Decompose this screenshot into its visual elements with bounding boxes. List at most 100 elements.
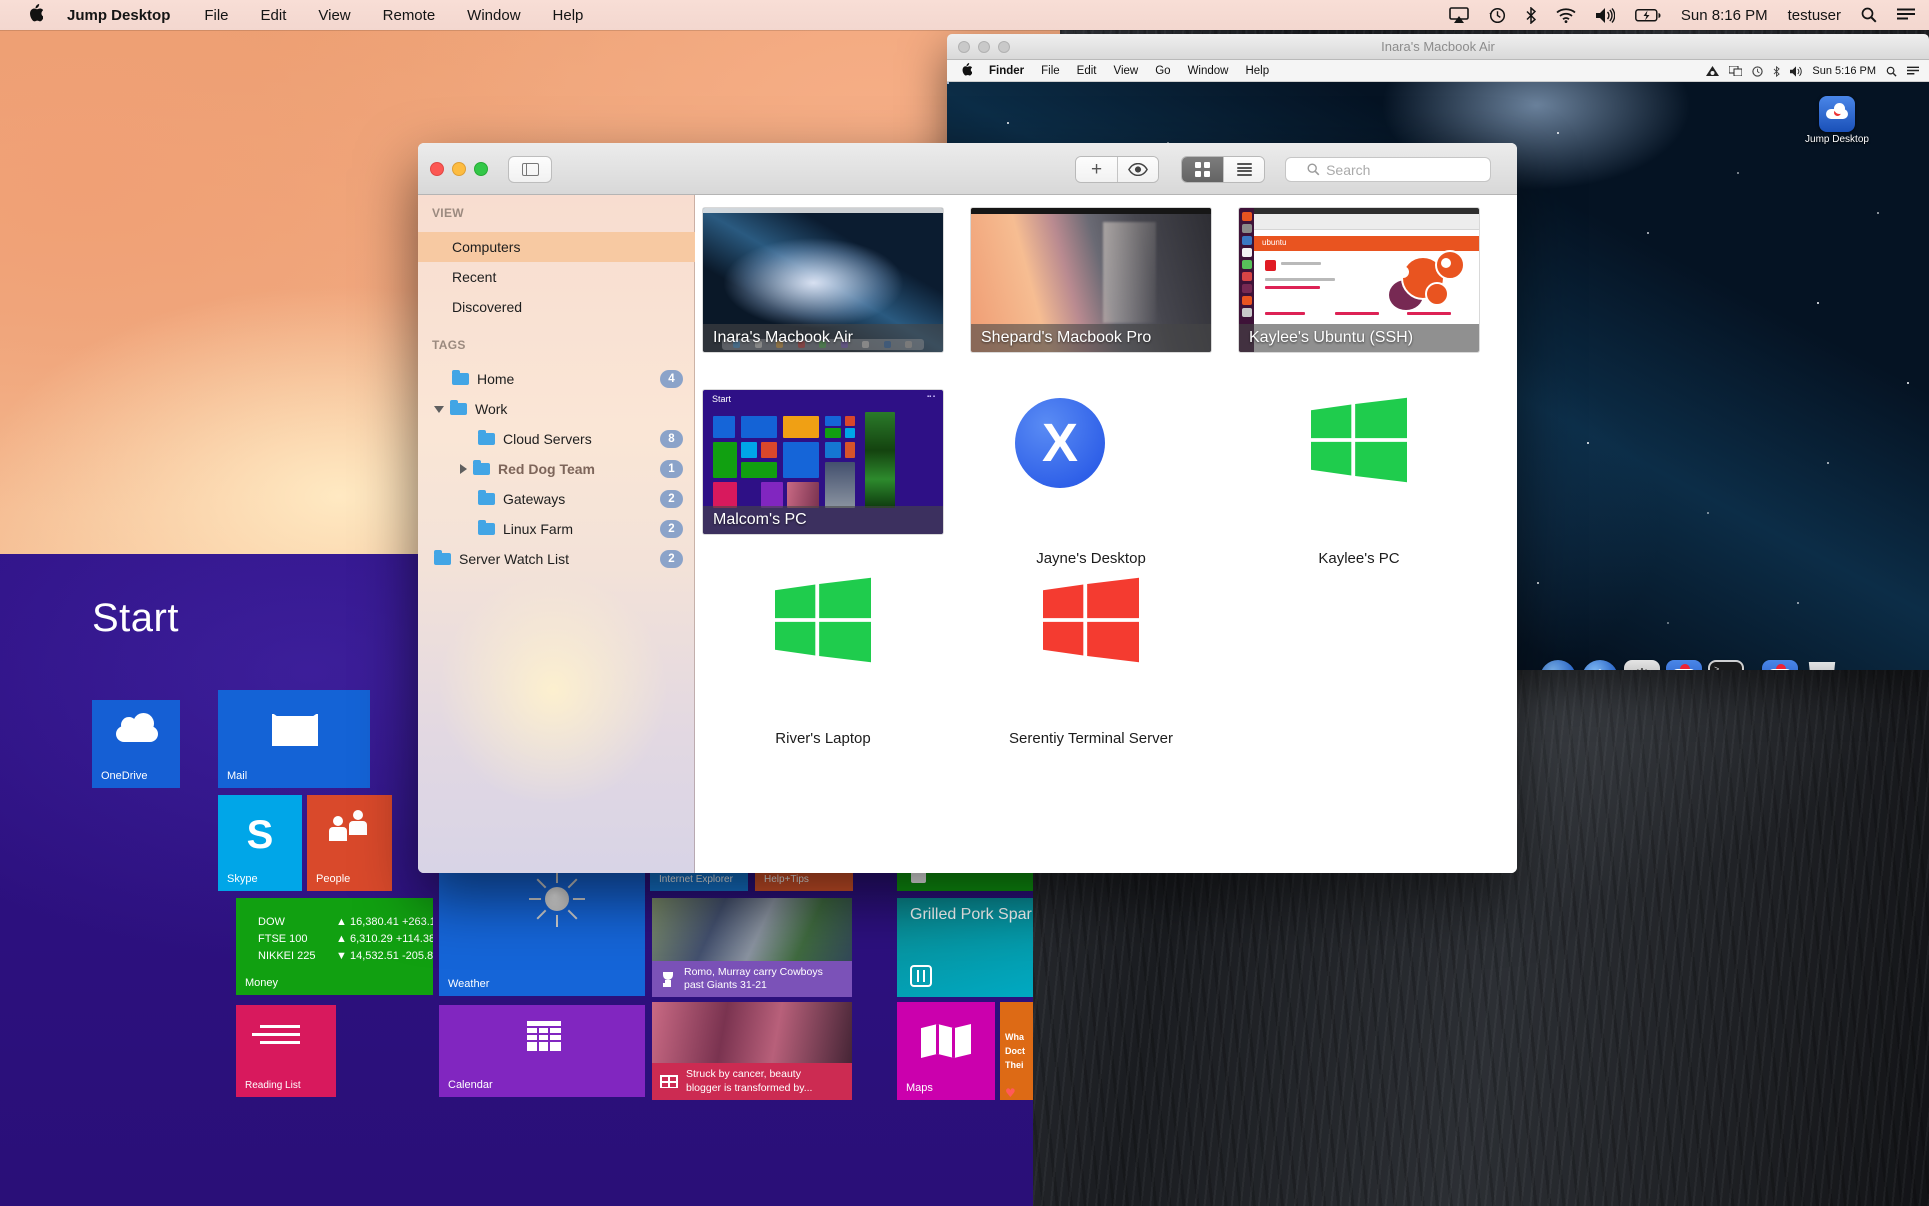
tile-sports-news[interactable]: Romo, Murray carry Cowboyspast Giants 31… <box>652 898 852 997</box>
tile-mail[interactable]: Mail <box>218 690 370 788</box>
starfield <box>947 82 949 84</box>
tag-count-badge: 8 <box>660 430 683 448</box>
preview-button[interactable] <box>1117 157 1158 182</box>
computer-icon-windows-green[interactable] <box>1311 397 1407 483</box>
menu-bar-clock[interactable]: Sun 8:16 PM <box>1681 7 1768 24</box>
remote-menu-bar: Finder File Edit View Go Window Help Sun… <box>947 60 1929 82</box>
dock-trash-icon[interactable] <box>1807 662 1837 670</box>
remote-menu-view[interactable]: View <box>1114 65 1139 77</box>
remote-jump-desktop-icon[interactable] <box>1819 96 1855 132</box>
search-input[interactable] <box>1326 162 1469 178</box>
tile-beauty-news[interactable]: Struck by cancer, beautyblogger is trans… <box>652 1002 852 1100</box>
add-computer-button[interactable]: + <box>1076 157 1117 182</box>
tile-onedrive[interactable]: OneDrive <box>92 700 180 788</box>
apple-menu[interactable] <box>28 4 43 26</box>
dock-itunes-icon[interactable]: ♪ <box>1540 660 1576 670</box>
sidebar-toggle-button[interactable] <box>508 156 552 183</box>
dock-terminal-icon[interactable]: >_ <box>1708 660 1744 670</box>
airplay-icon[interactable] <box>1449 7 1469 23</box>
menu-remote[interactable]: Remote <box>383 7 436 24</box>
battery-charging-icon[interactable] <box>1635 9 1661 22</box>
sidebar-tag-gateways[interactable]: Gateways 2 <box>418 484 695 514</box>
remote-notification-icon[interactable] <box>1907 66 1919 76</box>
remote-menu-file[interactable]: File <box>1041 65 1060 77</box>
remote-displays-icon[interactable] <box>1729 66 1742 76</box>
spotlight-search-icon[interactable] <box>1861 7 1877 23</box>
tile-people[interactable]: People <box>307 795 392 891</box>
computer-card-kaylees-ubuntu[interactable]: ubuntu Kaylee's Ubuntu (SSH) <box>1239 208 1479 352</box>
app-menu-jump-desktop[interactable]: Jump Desktop <box>67 7 170 24</box>
sidebar-tag-cloud-servers[interactable]: Cloud Servers 8 <box>418 424 695 454</box>
remote-bluetooth-icon[interactable] <box>1773 66 1780 77</box>
remote-menu-finder[interactable]: Finder <box>989 65 1024 77</box>
menu-edit[interactable]: Edit <box>261 7 287 24</box>
grid-view-button[interactable] <box>1182 157 1223 182</box>
computer-card-serentiy-terminal-server[interactable]: Serentiy Terminal Server <box>971 730 1211 747</box>
computer-icon-windows-red[interactable] <box>1043 577 1139 663</box>
dock-system-preferences-icon[interactable]: ⚙ <box>1624 660 1660 670</box>
volume-icon[interactable] <box>1596 8 1615 23</box>
list-view-button[interactable] <box>1223 157 1264 182</box>
remote-clock-icon[interactable] <box>1752 66 1763 77</box>
sidebar-tag-linux-farm[interactable]: Linux Farm 2 <box>418 514 695 544</box>
remote-title-bar[interactable]: Inara's Macbook Air <box>947 34 1929 60</box>
dock-jump-desktop-beta-icon[interactable]: BETA <box>1666 660 1702 670</box>
remote-search-icon[interactable] <box>1886 66 1897 77</box>
remote-menu-edit[interactable]: Edit <box>1077 65 1097 77</box>
computer-icon-x11[interactable]: X <box>1015 398 1105 488</box>
menu-bar-user[interactable]: testuser <box>1788 7 1841 24</box>
computer-card-rivers-laptop[interactable]: River's Laptop <box>703 730 943 747</box>
disclosure-down-icon[interactable] <box>434 406 444 413</box>
menu-file[interactable]: File <box>204 7 228 24</box>
tag-count-badge: 4 <box>660 370 683 388</box>
remote-volume-icon[interactable] <box>1790 66 1802 77</box>
menu-window[interactable]: Window <box>467 7 520 24</box>
jump-desktop-window[interactable]: + VIEW Computers Recent <box>418 143 1517 873</box>
remote-menu-go[interactable]: Go <box>1155 65 1170 77</box>
bluetooth-icon[interactable] <box>1526 7 1536 24</box>
tile-weather[interactable]: Weather <box>439 861 645 996</box>
sidebar-tag-server-watch-list[interactable]: Server Watch List 2 <box>418 544 695 574</box>
wifi-icon[interactable] <box>1556 8 1576 23</box>
restaurant-icon <box>910 965 932 987</box>
onedrive-cloud-icon <box>116 726 158 742</box>
sidebar-tag-red-dog-team[interactable]: Red Dog Team 1 <box>418 454 695 484</box>
remote-menu-help[interactable]: Help <box>1245 65 1269 77</box>
minimize-button[interactable] <box>452 162 466 176</box>
computer-card-inaras-macbook-air[interactable]: Inara's Macbook Air <box>703 208 943 352</box>
zoom-button[interactable] <box>474 162 488 176</box>
computer-name-overlay: Shepard's Macbook Pro <box>971 324 1211 352</box>
tile-maps[interactable]: Maps <box>897 1002 995 1100</box>
sidebar-tag-home[interactable]: Home 4 <box>418 364 695 394</box>
time-machine-icon[interactable] <box>1489 7 1506 24</box>
sidebar-tag-work[interactable]: Work <box>418 394 695 424</box>
close-button[interactable] <box>430 162 444 176</box>
computer-card-malcoms-pc[interactable]: Start ▪▪ ▪ Malcom's PC <box>703 390 943 534</box>
computer-icon-windows-green[interactable] <box>775 577 871 663</box>
dock-jump-desktop-beta-icon-2[interactable]: BETA <box>1762 660 1798 670</box>
tile-reading-list[interactable]: Reading List <box>236 1005 336 1097</box>
menu-view[interactable]: View <box>318 7 350 24</box>
remote-airdrop-icon[interactable] <box>1706 66 1719 77</box>
notification-center-icon[interactable] <box>1897 8 1915 22</box>
toolbar-search-field[interactable] <box>1285 157 1491 182</box>
tile-money[interactable]: DOW▲ 16,380.41 +263.17 FTSE 100▲ 6,310.2… <box>236 898 433 995</box>
menu-help[interactable]: Help <box>553 7 584 24</box>
tile-skype[interactable]: S Skype <box>218 795 302 891</box>
remote-menu-window[interactable]: Window <box>1188 65 1229 77</box>
disclosure-right-icon[interactable] <box>460 464 467 474</box>
tile-orange-partial[interactable]: Wha Doct Thei ♥ <box>1000 1002 1033 1100</box>
remote-apple-menu[interactable] <box>961 63 972 79</box>
sidebar-item-discovered[interactable]: Discovered <box>418 292 695 322</box>
sidebar-item-computers[interactable]: Computers <box>418 232 695 262</box>
sidebar-item-recent[interactable]: Recent <box>418 262 695 292</box>
mail-envelope-icon <box>272 714 318 746</box>
tile-grilled-pork[interactable]: Grilled Pork Spar <box>897 898 1033 997</box>
computer-card-kaylees-pc[interactable]: Kaylee's PC <box>1239 550 1479 567</box>
dock-appstore-icon[interactable]: A <box>1582 660 1618 670</box>
computer-card-shepards-macbook-pro[interactable]: Shepard's Macbook Pro <box>971 208 1211 352</box>
computer-card-jaynes-desktop[interactable]: Jayne's Desktop <box>971 550 1211 567</box>
tile-calendar[interactable]: Calendar <box>439 1005 645 1097</box>
grilled-pork-title: Grilled Pork Spar <box>910 906 1032 924</box>
remote-clock-text[interactable]: Sun 5:16 PM <box>1812 65 1876 77</box>
